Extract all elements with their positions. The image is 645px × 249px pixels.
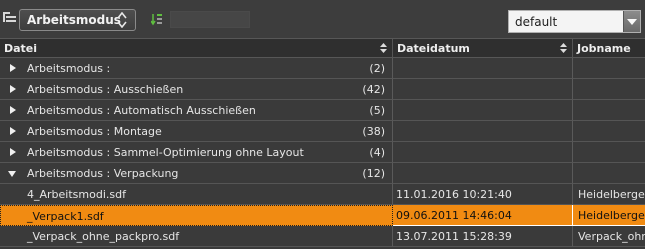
toolbar: Arbeitsmodus default [0,0,645,38]
group-row[interactable]: Arbeitsmodus : Montage (38) [0,121,645,142]
file-name: _Verpack_ohne_packpro.sdf [27,230,180,243]
column-header-label: Datei [4,42,38,55]
table-row-selected[interactable]: _Verpack1.sdf 09.06.2011 14:46:04 Heidel… [0,205,645,226]
group-label: Arbeitsmodus : Verpackung [27,167,179,180]
dropdown-arrow-icon[interactable] [623,11,640,32]
group-count: (2) [369,62,385,75]
group-by-icon[interactable] [3,12,16,24]
group-label: Arbeitsmodus : Montage [27,125,162,138]
preset-select[interactable]: default [508,10,641,33]
group-label: Arbeitsmodus : [27,62,111,75]
file-name: _Verpack1.sdf [27,210,104,223]
expand-icon[interactable] [10,106,16,114]
group-label: Arbeitsmodus : Ausschießen [27,83,184,96]
filter-icon[interactable] [151,13,163,26]
group-row[interactable]: Arbeitsmodus : Sammel-Optimierung ohne L… [0,142,645,163]
table-row[interactable]: 4_Arbeitsmodi.sdf 11.01.2016 10:21:40 He… [0,184,645,205]
column-header-label: Jobname [577,42,631,55]
group-row[interactable]: Arbeitsmodus : Automatisch Ausschießen (… [0,100,645,121]
column-header-datei[interactable]: Datei [0,39,393,58]
column-header-label: Dateidatum [397,42,470,55]
collapse-icon[interactable] [8,171,16,177]
group-label: Arbeitsmodus : Sammel-Optimierung ohne L… [27,146,304,159]
column-header-dateidatum[interactable]: Dateidatum [393,39,573,58]
group-count: (5) [369,104,385,117]
file-job: Heidelberge [578,209,645,222]
sort-updown-icon [117,12,127,28]
expand-icon[interactable] [10,148,16,156]
sort-updown-icon[interactable] [559,42,568,54]
expand-icon[interactable] [10,64,16,72]
preset-select-value: default [515,15,558,29]
file-table: Datei Dateidatum Jobname Arbeitsmodus : … [0,38,645,249]
file-job: Heidelberge [578,188,645,201]
group-row[interactable]: Arbeitsmodus : Ausschießen (42) [0,79,645,100]
file-date: 09.06.2011 14:46:04 [396,209,512,222]
expand-icon[interactable] [10,127,16,135]
sort-updown-icon[interactable] [379,42,388,54]
group-count: (42) [362,83,385,96]
group-row-expanded[interactable]: Arbeitsmodus : Verpackung (12) [0,163,645,184]
group-row[interactable]: Arbeitsmodus : (2) [0,58,645,79]
mode-select[interactable]: Arbeitsmodus [19,9,136,31]
search-input[interactable] [170,11,250,28]
group-count: (38) [362,125,385,138]
file-name: 4_Arbeitsmodi.sdf [27,188,126,201]
table-header: Datei Dateidatum Jobname [0,38,645,58]
table-row[interactable]: _Verpack_ohne_packpro.sdf 13.07.2011 15:… [0,226,645,247]
file-date: 11.01.2016 10:21:40 [396,188,512,201]
group-count: (12) [362,167,385,180]
column-header-jobname[interactable]: Jobname [573,39,645,58]
group-label: Arbeitsmodus : Automatisch Ausschießen [27,104,256,117]
group-count: (4) [369,146,385,159]
mode-select-label: Arbeitsmodus [27,13,121,27]
file-job: Verpack_ohne [578,230,645,243]
expand-icon[interactable] [10,85,16,93]
file-date: 13.07.2011 15:28:39 [396,230,512,243]
